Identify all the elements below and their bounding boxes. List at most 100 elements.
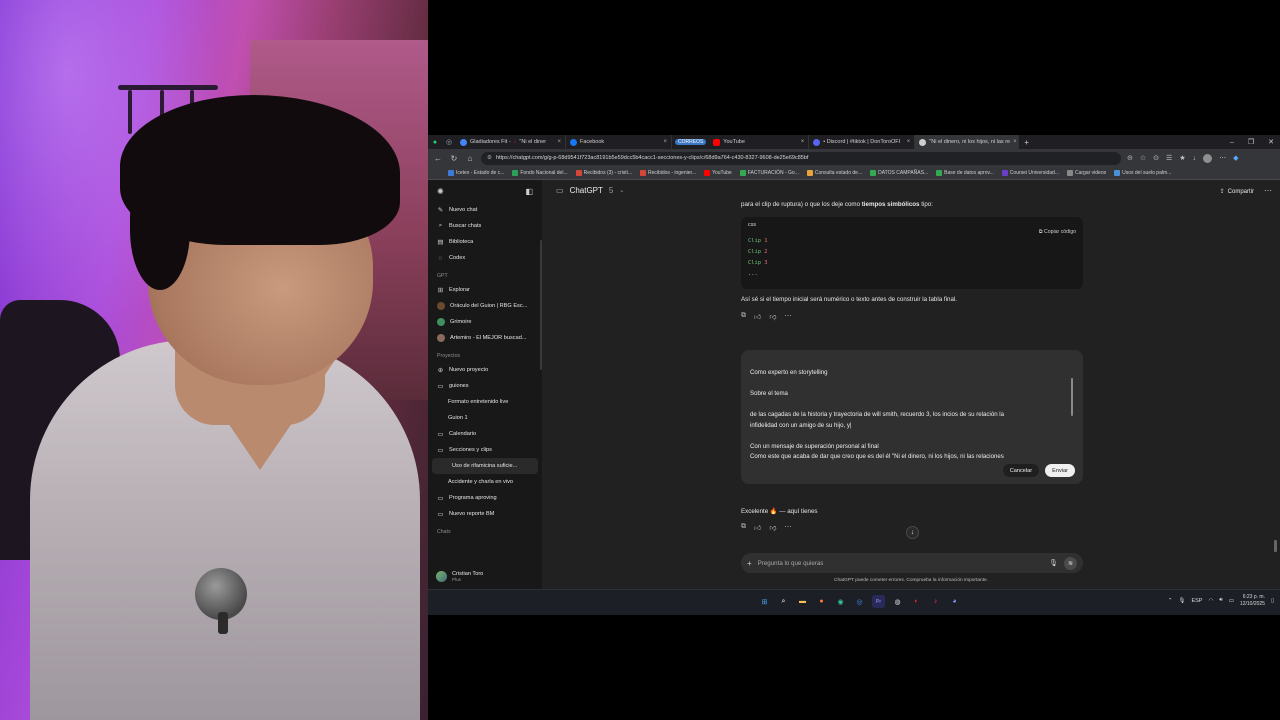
bookmark-item[interactable]: Recibidos - ingenier... xyxy=(639,170,696,176)
sidebar-project-item[interactable]: ▭ Nuevo reporte BM xyxy=(428,506,542,522)
edit-message-box[interactable]: Como experto en storytelling Sobre el te… xyxy=(741,350,1083,484)
plus-icon[interactable]: + xyxy=(747,559,752,568)
premiere-icon[interactable]: Pr xyxy=(872,595,885,608)
sidebar-item[interactable]: ◌ Codex xyxy=(428,250,542,266)
new-tab-icon[interactable]: + xyxy=(1024,138,1029,147)
whatsapp-pinned-tab[interactable]: ● xyxy=(428,135,442,149)
browser-tab[interactable]: YouTube × xyxy=(709,135,810,149)
browser-tab-active[interactable]: "Ni el dinero, ni los hijos, ni las re × xyxy=(915,135,1020,149)
browser-tab[interactable]: Gladiadores Fit - ♪ "Ni el diner × xyxy=(456,135,566,149)
discord-icon[interactable]: ◕ xyxy=(948,595,961,608)
back-icon[interactable]: ← xyxy=(433,154,443,163)
sidebar-project-item[interactable]: ▭ guiones xyxy=(428,378,542,394)
tray-chevron-icon[interactable]: ⌃ xyxy=(1168,598,1173,604)
sidebar-project-item[interactable]: ▭ Programa aproving xyxy=(428,490,542,506)
bookmark-item[interactable]: DATOS CAMPAÑAS... xyxy=(870,170,928,176)
sidebar-project-item[interactable]: Accidente y charla en vivo xyxy=(428,474,542,490)
main-scrollbar[interactable] xyxy=(1274,540,1277,552)
notifications-icon[interactable]: ▯ xyxy=(1271,598,1274,604)
sidebar-project-item[interactable]: ⊕ Nuevo proyecto xyxy=(428,362,542,378)
sidebar-item[interactable]: ▤ Biblioteca xyxy=(428,234,542,250)
bookmark-star-icon[interactable]: ☆ xyxy=(1140,154,1146,162)
bookmark-item[interactable]: Coursei Universidad... xyxy=(1001,170,1059,176)
clock[interactable]: 6:23 p. m. 12/10/2025 xyxy=(1240,594,1265,607)
user-profile[interactable]: Cristian Toro Plus xyxy=(428,563,542,589)
chatgpt-pinned-tab[interactable]: ◎ xyxy=(442,135,456,149)
close-tab-icon[interactable]: × xyxy=(1013,139,1017,145)
bookmark-item[interactable]: Usos del suelo palm... xyxy=(1114,170,1171,176)
copy-icon[interactable]: ⧉ xyxy=(741,523,746,532)
chrome-icon[interactable]: ◎ xyxy=(853,595,866,608)
app-icon[interactable]: ◍ xyxy=(891,595,904,608)
close-tab-icon[interactable]: × xyxy=(907,139,911,145)
openai-logo-icon[interactable]: ✺ xyxy=(437,187,444,196)
more-icon[interactable]: ⋯ xyxy=(784,312,791,321)
profile-avatar[interactable] xyxy=(1203,153,1213,163)
voice-mode-button[interactable]: ≋ xyxy=(1064,556,1077,570)
sidebar-item[interactable]: ⌕ Buscar chats xyxy=(428,218,542,234)
bookmark-item[interactable]: FACTURACIÓN - Go... xyxy=(739,170,799,176)
bookmark-item[interactable]: Consulta estado de... xyxy=(806,170,862,176)
minimize-icon[interactable]: – xyxy=(1230,139,1234,146)
thumbs-down-icon[interactable]: 👎︎ xyxy=(769,312,776,321)
bookmark-item[interactable]: Fondo Nacional del... xyxy=(512,170,568,176)
close-tab-icon[interactable]: × xyxy=(801,139,805,145)
sidebar-gpt-item[interactable]: Oráculo del Guion | RBG Esc... xyxy=(428,298,542,314)
extension-icon[interactable]: ⊙ xyxy=(1153,154,1159,162)
bookmark-item[interactable]: Icetex - Estado de c... xyxy=(448,170,504,176)
copy-code-button[interactable]: ⧉ Copiar código xyxy=(1039,229,1076,236)
thumbs-down-icon[interactable]: 👎︎ xyxy=(769,523,776,532)
tiktok-icon[interactable]: ♪ xyxy=(929,595,942,608)
microphone-icon[interactable]: 🎙︎ xyxy=(1049,559,1058,567)
copilot-icon[interactable]: ◆ xyxy=(1233,154,1238,162)
edit-textarea[interactable]: Como experto en storytelling Sobre el te… xyxy=(750,368,1058,463)
file-explorer-icon[interactable]: ▬ xyxy=(796,595,809,608)
volume-icon[interactable]: 🔊︎ xyxy=(1219,597,1222,604)
site-info-icon[interactable]: ⚙ xyxy=(487,155,492,161)
share-button[interactable]: ⇪ Compartir xyxy=(1220,188,1254,196)
bookmark-item[interactable]: Base de datos aprov... xyxy=(936,170,994,176)
download-icon[interactable]: ↓ xyxy=(1193,155,1197,162)
copy-icon[interactable]: ⧉ xyxy=(741,312,746,321)
sidebar-project-item[interactable]: ▭ Calendario xyxy=(428,426,542,442)
send-button[interactable]: Enviar xyxy=(1045,464,1075,477)
bookmark-item[interactable]: Recibidos (3) - cristi... xyxy=(575,170,632,176)
bookmark-item[interactable]: YouTube xyxy=(704,170,732,176)
wifi-icon[interactable]: ◠ xyxy=(1208,598,1213,604)
language-indicator[interactable]: ESP xyxy=(1191,598,1202,604)
composer-input[interactable]: Pregunta lo que quieras xyxy=(758,560,1043,567)
close-tab-icon[interactable]: × xyxy=(557,139,561,145)
sidebar-item[interactable]: ✎ Nuevo chat xyxy=(428,202,542,218)
sidebar-gpt-item[interactable]: Artemiro - El MEJOR buscad... xyxy=(428,330,542,346)
bookmark-item[interactable]: Cargar videos xyxy=(1066,170,1106,176)
thumbs-up-icon[interactable]: 👍︎ xyxy=(754,523,761,532)
search-icon[interactable]: ⌕ xyxy=(777,595,790,608)
home-icon[interactable]: ⌂ xyxy=(465,154,475,163)
menu-icon[interactable]: ⋯ xyxy=(1219,154,1226,162)
model-selector[interactable]: ▭ ChatGPT 5 ⌄ xyxy=(556,186,624,195)
browser-tab[interactable]: • Discord | #tiktok | DonToroOFI × xyxy=(809,135,916,149)
install-icon[interactable]: ⊝ xyxy=(1127,154,1133,162)
cancel-button[interactable]: Cancelar xyxy=(1002,464,1040,477)
reload-icon[interactable]: ↻ xyxy=(449,154,459,163)
mic-tray-icon[interactable]: 🎙︎ xyxy=(1178,598,1185,604)
url-field[interactable]: ⚙ https://chatgpt.com/g/g-p-68d9541f723a… xyxy=(481,151,1121,165)
edit-scrollbar[interactable] xyxy=(1071,378,1073,416)
battery-icon[interactable]: ▭ xyxy=(1229,598,1234,604)
more-options-icon[interactable]: ⋯ xyxy=(1264,186,1272,195)
close-window-icon[interactable]: ✕ xyxy=(1268,138,1274,146)
sidebar-project-item[interactable]: Formato entretenido live xyxy=(428,394,542,410)
favorites-icon[interactable]: ★ xyxy=(1179,154,1185,162)
firefox-icon[interactable]: ● xyxy=(815,595,828,608)
scroll-down-button[interactable]: ↓ xyxy=(906,526,919,539)
close-tab-icon[interactable]: × xyxy=(663,139,667,145)
more-icon[interactable]: ⋯ xyxy=(784,523,791,532)
sidebar-project-item[interactable]: Guion 1 xyxy=(428,410,542,426)
capcut-icon[interactable]: ◐ xyxy=(910,595,923,608)
sidebar-project-item[interactable]: ▭ Secciones y clips xyxy=(428,442,542,458)
edge-icon[interactable]: ◉ xyxy=(834,595,847,608)
windows-start-icon[interactable]: ⊞ xyxy=(758,595,771,608)
browser-tab[interactable]: Facebook × xyxy=(566,135,672,149)
thumbs-up-icon[interactable]: 👍︎ xyxy=(754,312,761,321)
sidebar-project-item[interactable]: Uso de rifamicina suficie... xyxy=(432,458,538,474)
